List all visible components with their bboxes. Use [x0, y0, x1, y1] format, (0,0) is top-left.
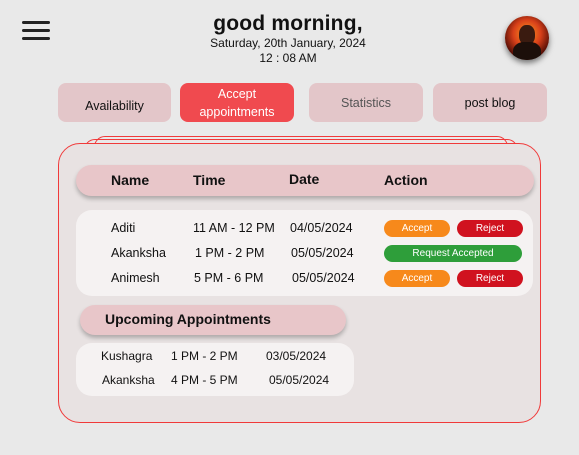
reject-button[interactable]: Reject [457, 220, 523, 237]
current-date: Saturday, 20th January, 2024 [210, 36, 366, 50]
patient-name: Kushagra [101, 349, 153, 363]
accept-button[interactable]: Accept [384, 220, 450, 237]
appointment-time: 1 PM - 2 PM [195, 246, 265, 260]
list-item: Akanksha 4 PM - 5 PM 05/05/2024 [76, 372, 354, 390]
patient-name: Animesh [111, 271, 160, 285]
current-time: 12 : 08 AM [259, 51, 317, 65]
column-header-date: Date [289, 171, 320, 187]
patient-name: Akanksha [102, 373, 155, 387]
table-row: Aditi 11 AM - 12 PM 04/05/2024 Accept Re… [76, 219, 533, 239]
patient-name: Akanksha [111, 246, 166, 260]
table-row: Akanksha 1 PM - 2 PM 05/05/2024 Request … [76, 244, 533, 264]
tab-accept-appointments[interactable]: Accept appointments [180, 83, 294, 122]
hamburger-menu-icon[interactable] [22, 19, 50, 43]
appointment-time: 11 AM - 12 PM [193, 221, 275, 235]
column-header-action: Action [384, 172, 428, 188]
tab-availability[interactable]: Availability [58, 83, 171, 122]
greeting: good morning, [213, 12, 363, 35]
appointment-date: 04/05/2024 [290, 221, 353, 235]
appointment-date: 05/05/2024 [291, 246, 354, 260]
table-row: Animesh 5 PM - 6 PM 05/05/2024 Accept Re… [76, 269, 533, 289]
appointment-requests-table: Aditi 11 AM - 12 PM 04/05/2024 Accept Re… [76, 210, 533, 296]
tab-statistics[interactable]: Statistics [309, 83, 423, 122]
upcoming-appointments-list: Kushagra 1 PM - 2 PM 03/05/2024 Akanksha… [76, 343, 354, 396]
table-header: Name Time Date Action [76, 165, 534, 196]
appointment-date: 03/05/2024 [266, 349, 327, 363]
column-header-time: Time [193, 172, 226, 188]
patient-name: Aditi [111, 221, 136, 235]
request-accepted-badge: Request Accepted [384, 245, 522, 262]
column-header-name: Name [111, 172, 150, 188]
upcoming-appointments-title: Upcoming Appointments [105, 311, 271, 327]
appointment-time: 1 PM - 2 PM [171, 349, 238, 363]
appointment-time: 4 PM - 5 PM [171, 373, 238, 387]
reject-button[interactable]: Reject [457, 270, 523, 287]
upcoming-appointments-header: Upcoming Appointments [80, 305, 346, 335]
appointment-date: 05/05/2024 [269, 373, 330, 387]
tab-post-blog[interactable]: post blog [433, 83, 547, 122]
appointment-date: 05/05/2024 [292, 271, 355, 285]
accept-button[interactable]: Accept [384, 270, 450, 287]
appointment-time: 5 PM - 6 PM [194, 271, 264, 285]
list-item: Kushagra 1 PM - 2 PM 03/05/2024 [76, 348, 354, 366]
profile-avatar[interactable] [505, 16, 549, 60]
